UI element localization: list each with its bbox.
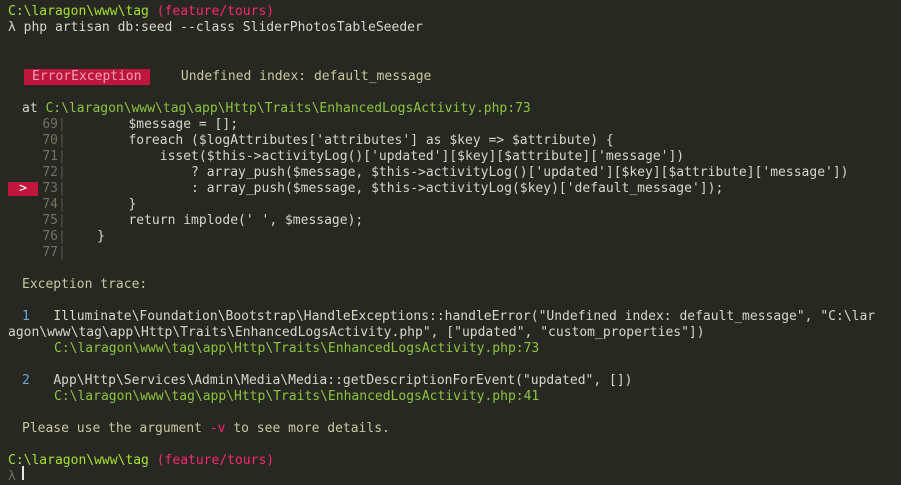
code-line: 75| return implode(' ', $message);	[42, 213, 364, 228]
code-line-current: 73| : array_push($message, $this->activi…	[42, 181, 724, 196]
terminal-window[interactable]: C:\laragon\www\tag (feature/tours) λ php…	[0, 0, 901, 484]
error-message: Undefined index: default_message	[180, 69, 432, 84]
code-line: 74| }	[42, 197, 137, 212]
prompt-lambda: λ	[8, 469, 16, 484]
trace-path: C:\laragon\www\tag\app\Http\Traits\Enhan…	[54, 341, 540, 356]
trace-index: 2	[22, 373, 30, 388]
code-line: 70| foreach ($logAttributes['attributes'…	[42, 133, 614, 148]
prompt-line: C:\laragon\www\tag (feature/tours)	[8, 4, 274, 20]
prompt-cwd: C:\laragon\www\tag	[8, 4, 149, 19]
trace-call-cont: agon\www\tag\app\Http\Traits\EnhancedLog…	[8, 325, 705, 340]
code-line: 76| }	[42, 229, 105, 244]
at-label: at	[22, 101, 38, 116]
error-location-path: C:\laragon\www\tag\app\Http\Traits\Enhan…	[45, 101, 531, 116]
error-location: at C:\laragon\www\tag\app\Http\Traits\En…	[22, 101, 531, 117]
command-line: λ php artisan db:seed --class SliderPhot…	[8, 20, 423, 35]
hint-flag: -v	[209, 421, 226, 436]
prompt-line: C:\laragon\www\tag (feature/tours)	[8, 453, 274, 469]
trace-heading: Exception trace:	[22, 277, 148, 292]
code-line: 69| $message = [];	[42, 117, 239, 132]
text-cursor[interactable]	[22, 466, 24, 480]
code-line: 71| isset($this->activityLog()['updated'…	[42, 149, 685, 164]
error-header: ErrorException Undefined index: default_…	[24, 69, 431, 85]
trace-call: Illuminate\Foundation\Bootstrap\HandleEx…	[53, 309, 876, 324]
trace-call: App\Http\Services\Admin\Media\Media::get…	[53, 373, 633, 388]
trace-index: 1	[22, 309, 30, 324]
prompt-branch: (feature/tours)	[156, 4, 275, 19]
hint-line: Please use the argument -v to see more d…	[22, 421, 390, 436]
code-line: 72| ? array_push($message, $this->activi…	[42, 165, 849, 180]
code-line: 77|	[42, 245, 66, 260]
prompt-branch: (feature/tours)	[156, 453, 275, 468]
prompt-cwd: C:\laragon\www\tag	[8, 453, 149, 468]
error-type-badge: ErrorException	[24, 69, 150, 85]
trace-path: C:\laragon\www\tag\app\Http\Traits\Enhan…	[54, 389, 540, 404]
